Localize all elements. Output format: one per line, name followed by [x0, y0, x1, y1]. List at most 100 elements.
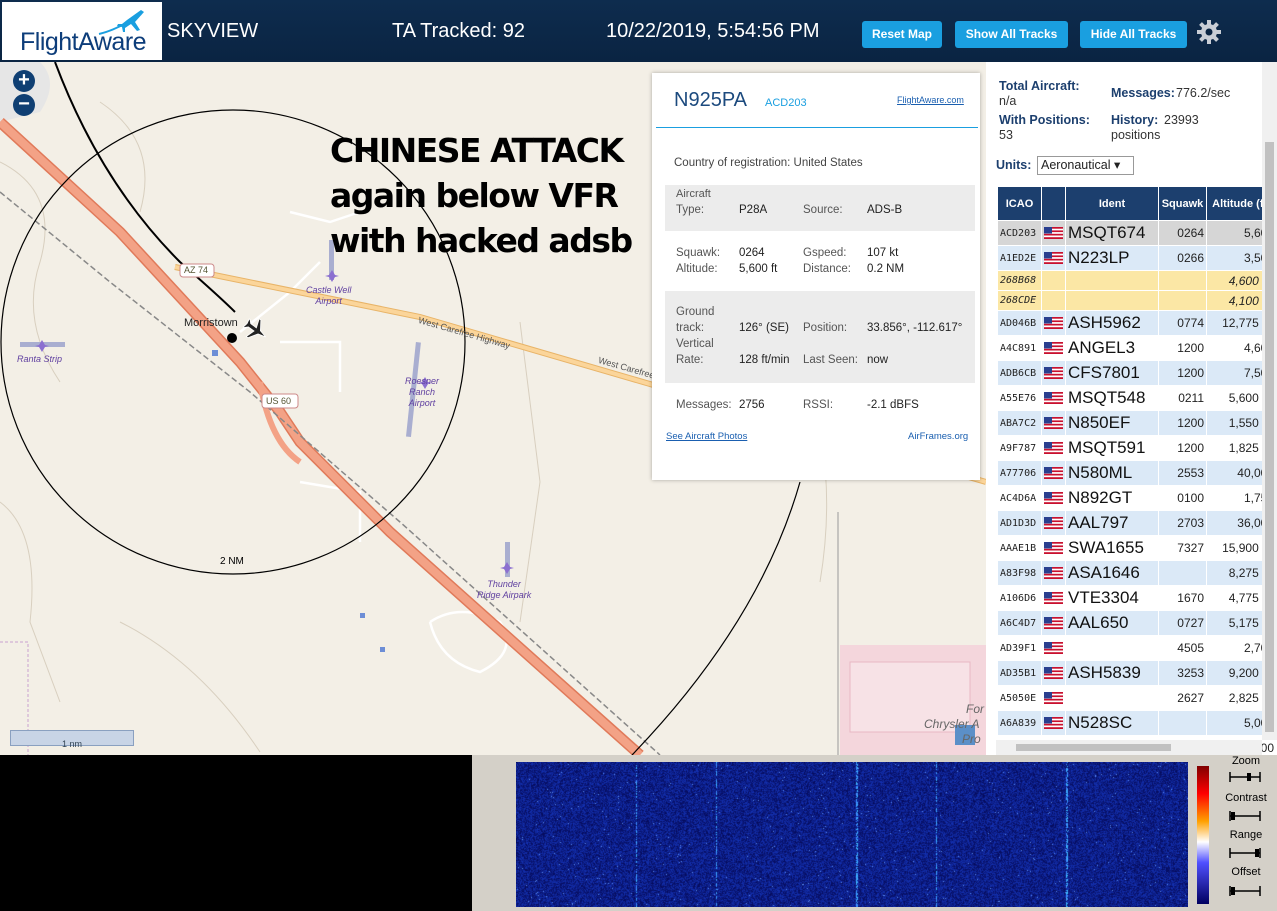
icao-cell: 268CDE: [997, 290, 1042, 311]
label-line: Pro: [962, 732, 981, 746]
country-label: Country of registration:: [674, 157, 791, 169]
popup-divider: [656, 127, 978, 128]
us-flag-icon: [1044, 226, 1063, 239]
skyview-app: FlightAware SKYVIEW TA Tracked: 92 10/22…: [0, 0, 1277, 911]
table-row[interactable]: AD35B1 ASH5839 3253 9,200 ▼: [997, 660, 1277, 686]
squawk-cell: 1200: [1158, 360, 1207, 386]
aircraft-sidebar: Total Aircraft: n/a With Positions: 53 M…: [986, 62, 1277, 755]
table-row[interactable]: A77706 N580ML 2553 40,000: [997, 460, 1277, 486]
col-flag[interactable]: [1041, 186, 1066, 221]
zoom-slider[interactable]: [1229, 771, 1261, 783]
table-row[interactable]: A106D6 VTE3304 1670 4,775 ▲: [997, 585, 1277, 611]
ident-cell: N892GT: [1065, 485, 1159, 511]
total-aircraft-label: Total Aircraft:: [999, 79, 1080, 93]
icao-cell: A9F787: [997, 435, 1042, 461]
squawk-cell: 0774: [1158, 310, 1207, 336]
label-line: For: [966, 702, 984, 716]
table-row[interactable]: ABA7C2 N850EF 1200 1,550 ▼: [997, 410, 1277, 436]
icao-cell: ACD203: [997, 220, 1042, 246]
units-select[interactable]: Aeronautical ▾: [1037, 156, 1134, 175]
col-icao[interactable]: ICAO: [997, 186, 1042, 221]
table-row[interactable]: ACD203 MSQT674 0264 5,600: [997, 220, 1277, 246]
airframes-link[interactable]: AirFrames.org: [908, 431, 968, 442]
ident-cell: ASH5962: [1065, 310, 1159, 336]
table-row[interactable]: A6A839 N528SC 5,000: [997, 710, 1277, 736]
icao-cell: A106D6: [997, 585, 1042, 611]
table-row[interactable]: AAAE1B SWA1655 7327 15,900 ▼: [997, 535, 1277, 561]
flag-cell: [1041, 560, 1066, 586]
squawk-cell: 0100: [1158, 485, 1207, 511]
icao-cell: AD1D3D: [997, 510, 1042, 536]
icao-cell: ADB6CB: [997, 360, 1042, 386]
us-flag-icon: [1044, 251, 1063, 264]
ident-cell: AAL797: [1065, 510, 1159, 536]
range-control-label: Range: [1229, 829, 1263, 841]
popup-icao: ACD203: [765, 97, 807, 109]
reset-map-button[interactable]: Reset Map: [862, 21, 942, 48]
flag-cell: [1041, 335, 1066, 361]
table-row[interactable]: A83F98 ASA1646 8,275 ▼: [997, 560, 1277, 586]
aircraft-table: ICAO Ident Squawk Altitude (ft) ACD203 MS…: [997, 186, 1277, 755]
icao-cell: A5050E: [997, 685, 1042, 711]
contrast-slider[interactable]: [1229, 810, 1261, 822]
zoom-out-button[interactable]: −: [13, 94, 35, 116]
table-row[interactable]: A55E76 MSQT548 0211 5,600 ▲: [997, 385, 1277, 411]
show-all-tracks-button[interactable]: Show All Tracks: [955, 21, 1068, 48]
table-row[interactable]: 268CDE 4,100 ▼: [997, 290, 1277, 311]
castle-well-airport-label: Castle Well Airport: [306, 285, 351, 307]
vrate-label-2: Rate:: [676, 354, 704, 366]
annotation-line: with hacked adsb: [330, 221, 633, 260]
popup-registration: N925PA: [674, 89, 748, 111]
icao-cell: ABA7C2: [997, 410, 1042, 436]
range-slider[interactable]: [1229, 847, 1261, 859]
table-row[interactable]: AD1D3D AAL797 2703 36,000: [997, 510, 1277, 536]
flag-cell: [1041, 685, 1066, 711]
offset-slider[interactable]: [1229, 885, 1261, 897]
flightaware-link[interactable]: FlightAware.com: [897, 95, 964, 105]
flag-cell: [1041, 660, 1066, 686]
squawk-cell: 0727: [1158, 610, 1207, 636]
with-positions-label: With Positions:: [999, 113, 1090, 127]
app-name: SKYVIEW: [167, 20, 259, 42]
table-row[interactable]: A6C4D7 AAL650 0727 5,175 ▲: [997, 610, 1277, 636]
aircraft-photos-link[interactable]: See Aircraft Photos: [666, 431, 747, 442]
table-row[interactable]: ADB6CB CFS7801 1200 7,500: [997, 360, 1277, 386]
popup-country-row: Country of registration: United States: [674, 157, 863, 169]
table-row[interactable]: A1ED2E N223LP 0266 3,500: [997, 245, 1277, 271]
us-flag-icon: [1044, 441, 1063, 454]
vertical-scroll-thumb[interactable]: [1265, 142, 1274, 732]
hide-all-tracks-button[interactable]: Hide All Tracks: [1080, 21, 1187, 48]
offset-control-label: Offset: [1231, 866, 1261, 878]
ident-cell: ANGEL3: [1065, 335, 1159, 361]
ranta-strip-label: Ranta Strip: [17, 354, 62, 365]
flightaware-logo[interactable]: FlightAware: [2, 2, 162, 60]
flag-cell: [1041, 535, 1066, 561]
annotation-line: CHINESE ATTACK: [330, 131, 624, 170]
table-row[interactable]: A4C891 ANGEL3 1200 4,600: [997, 335, 1277, 361]
table-row[interactable]: 268B68 4,600 ▼: [997, 270, 1277, 291]
table-row[interactable]: AD39F1 4505 2,700: [997, 635, 1277, 661]
waterfall-display[interactable]: [516, 762, 1188, 907]
ident-cell: [1065, 635, 1159, 661]
horizontal-scroll-thumb[interactable]: [1016, 744, 1171, 751]
icao-cell: 268B68: [997, 270, 1042, 291]
squawk-value: 0264: [739, 247, 765, 259]
popup-track-block: Ground track: 126° (SE) Position: 33.856…: [665, 291, 975, 383]
tracked-count: TA Tracked: 92: [392, 20, 526, 42]
zoom-in-button[interactable]: +: [13, 70, 35, 92]
col-squawk[interactable]: Squawk: [1158, 186, 1207, 221]
table-row[interactable]: A5050E 2627 2,825 ▲: [997, 685, 1277, 711]
table-row[interactable]: A9F787 MSQT591 1200 1,825 ▼: [997, 435, 1277, 461]
color-scale-bar: [1197, 766, 1209, 904]
position-label: Position:: [803, 322, 848, 334]
table-row[interactable]: AD046B ASH5962 0774 12,775 ▲: [997, 310, 1277, 336]
flag-cell: [1041, 385, 1066, 411]
squawk-cell: [1158, 560, 1207, 586]
gear-icon[interactable]: [1196, 19, 1222, 45]
label-line: Ranta Strip: [17, 354, 63, 364]
blank-panel: [0, 755, 472, 911]
label-line: Thunder: [487, 579, 521, 589]
icao-cell: A55E76: [997, 385, 1042, 411]
col-ident[interactable]: Ident: [1065, 186, 1159, 221]
table-row[interactable]: AC4D6A N892GT 0100 1,750: [997, 485, 1277, 511]
